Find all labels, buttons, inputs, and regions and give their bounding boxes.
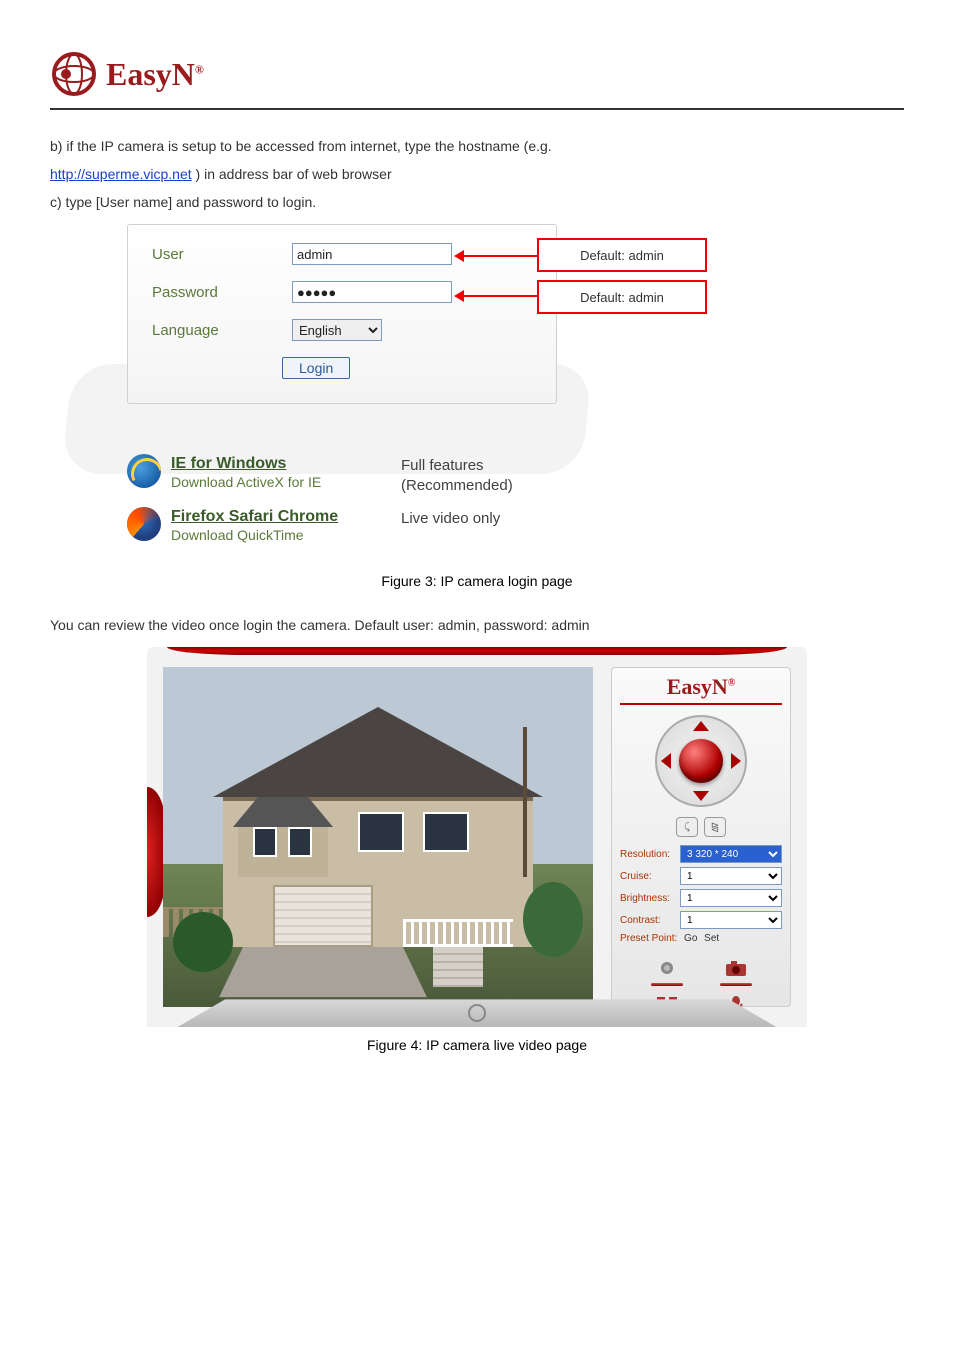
footnote-text: You can review the video once login the …	[50, 614, 904, 638]
annotation-arrow-user	[458, 255, 538, 257]
instruction-line-b: b) if the IP camera is setup to be acces…	[50, 135, 904, 159]
other-browsers-sublabel: Download QuickTime	[171, 527, 401, 543]
cruise-label: Cruise:	[620, 871, 680, 882]
ptz-aux-button-1[interactable]: ⤹	[676, 817, 698, 837]
live-video-feed	[163, 667, 593, 1007]
ie-link[interactable]: IE for Windows	[171, 454, 401, 473]
language-select[interactable]: English	[292, 319, 382, 341]
live-view-figure: EasyN® ⤹ ⧎ Resolution: 3 320 * 240 Cruis…	[147, 647, 807, 1027]
brand-logo-icon	[50, 50, 98, 98]
example-hostname-link[interactable]: http://superme.vicp.net	[50, 166, 192, 182]
ptz-right-button[interactable]	[731, 753, 749, 769]
control-panel: EasyN® ⤹ ⧎ Resolution: 3 320 * 240 Cruis…	[611, 667, 791, 1007]
ie-sublabel: Download ActiveX for IE	[171, 474, 401, 490]
firefox-icon	[127, 507, 161, 541]
ptz-left-button[interactable]	[653, 753, 671, 769]
viewer-bottom-bar	[177, 999, 777, 1027]
figure-4-caption: Figure 4: IP camera live video page	[50, 1037, 904, 1053]
control-panel-logo: EasyN®	[620, 674, 782, 705]
other-browsers-link[interactable]: Firefox Safari Chrome	[171, 507, 401, 526]
browser-options: IE for Windows Download ActiveX for IE F…	[127, 454, 847, 542]
ie-description: Full features (Recommended)	[401, 454, 513, 495]
contrast-select[interactable]: 1	[680, 911, 782, 929]
instruction-line-link: http://superme.vicp.net ) in address bar…	[50, 163, 904, 187]
cruise-select[interactable]: 1	[680, 867, 782, 885]
preset-set-button[interactable]: Set	[704, 933, 719, 944]
brightness-label: Brightness:	[620, 893, 680, 904]
settings-icon[interactable]	[468, 1004, 486, 1022]
other-browsers-description: Live video only	[401, 507, 500, 529]
snapshot-button[interactable]	[711, 958, 761, 986]
user-input[interactable]	[292, 243, 452, 265]
login-button[interactable]: Login	[282, 357, 350, 379]
ptz-aux-button-2[interactable]: ⧎	[704, 817, 726, 837]
resolution-label: Resolution:	[620, 849, 680, 860]
brightness-select[interactable]: 1	[680, 889, 782, 907]
record-button[interactable]	[642, 958, 692, 986]
login-panel: User Password Language English Login	[127, 224, 557, 404]
brand-header: EasyN®	[50, 50, 904, 110]
ptz-control	[651, 711, 751, 811]
camera-icon	[723, 958, 749, 978]
resolution-select[interactable]: 3 320 * 240	[680, 845, 782, 863]
instruction-line-c: c) type [User name] and password to logi…	[50, 191, 904, 215]
annotation-arrow-password	[458, 295, 538, 297]
contrast-label: Contrast:	[620, 915, 680, 926]
annotation-box-password: Default: admin	[537, 280, 707, 314]
record-icon	[654, 958, 680, 978]
annotation-box-user: Default: admin	[537, 238, 707, 272]
preset-go-button[interactable]: Go	[684, 933, 697, 944]
figure-3-caption: Figure 3: IP camera login page	[50, 573, 904, 589]
language-label: Language	[152, 322, 292, 339]
brand-logo-text: EasyN®	[106, 56, 204, 93]
ptz-up-button[interactable]	[693, 713, 709, 731]
ptz-down-button[interactable]	[693, 791, 709, 809]
password-input[interactable]	[292, 281, 452, 303]
user-label: User	[152, 246, 292, 263]
top-accent-bar	[167, 647, 787, 655]
password-label: Password	[152, 284, 292, 301]
preset-point-row: Preset Point: Go Set	[620, 933, 782, 944]
login-figure: User Password Language English Login Def…	[107, 224, 847, 542]
ie-icon	[127, 454, 161, 488]
